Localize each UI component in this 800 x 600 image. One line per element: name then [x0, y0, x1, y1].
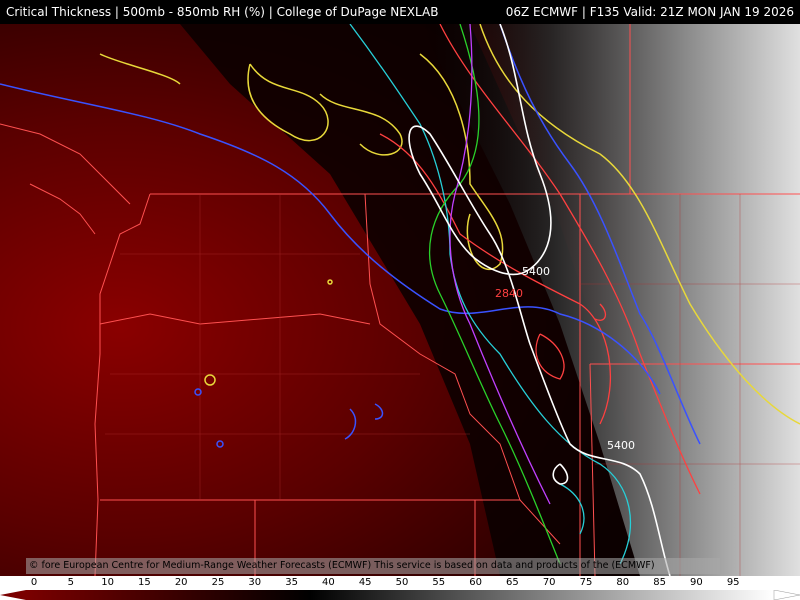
colorbar-tick-35: 35 [285, 577, 298, 588]
colorbar-tick-15: 15 [138, 577, 151, 588]
colorbar-tick-55: 55 [432, 577, 446, 588]
colorbar-right-arrow [773, 590, 800, 600]
colorbar-left-arrow [0, 590, 26, 600]
header-bar: Critical Thickness | 500mb - 850mb RH (%… [0, 0, 800, 24]
colorbar-tick-25: 25 [211, 577, 225, 588]
colorbar-tick-30: 30 [248, 577, 262, 588]
colorbar-tick-45: 45 [358, 577, 372, 588]
colorbar-gradient [0, 590, 800, 600]
valid-time: 06Z ECMWF | F135 Valid: 21Z MON JAN 19 2… [505, 5, 794, 19]
colorbar-tick-10: 10 [101, 577, 114, 588]
colorbar-tick-80: 80 [616, 577, 630, 588]
product-title: Critical Thickness | 500mb - 850mb RH (%… [6, 5, 439, 19]
colorbar-tick-50: 50 [395, 577, 409, 588]
colorbar-tick-90: 90 [690, 577, 703, 588]
colorbar-tick-0: 0 [30, 577, 38, 588]
weather-map-frame: Critical Thickness | 500mb - 850mb RH (%… [0, 0, 800, 600]
colorbar-tick-60: 60 [469, 577, 482, 588]
contour-label-5400-north: 5400 [522, 265, 550, 278]
ecmwf-credit: © fore European Centre for Medium-Range … [26, 558, 720, 574]
colorbar-tick-40: 40 [322, 577, 335, 588]
colorbar-tick-5: 5 [67, 577, 74, 588]
colorbar-tick-70: 70 [542, 577, 556, 588]
colorbar-tick-95: 95 [726, 577, 740, 588]
contour-label-2840: 2840 [495, 287, 523, 300]
colorbar-tick-85: 85 [653, 577, 666, 588]
colorbar-tick-20: 20 [174, 577, 188, 588]
rh-colorbar: 0 5 10 15 20 25 30 35 40 45 50 55 60 65 70 75 80 85 90 95 [0, 576, 800, 600]
forecast-map: 5400 2840 5400 [0, 24, 800, 576]
colorbar-tick-75: 75 [579, 577, 593, 588]
contour-label-5400-south: 5400 [607, 439, 635, 452]
colorbar-ticks: 0 5 10 15 20 25 30 35 40 45 50 55 60 65 70 75 80 85 90 95 [0, 576, 800, 590]
colorbar-tick-65: 65 [506, 577, 519, 588]
